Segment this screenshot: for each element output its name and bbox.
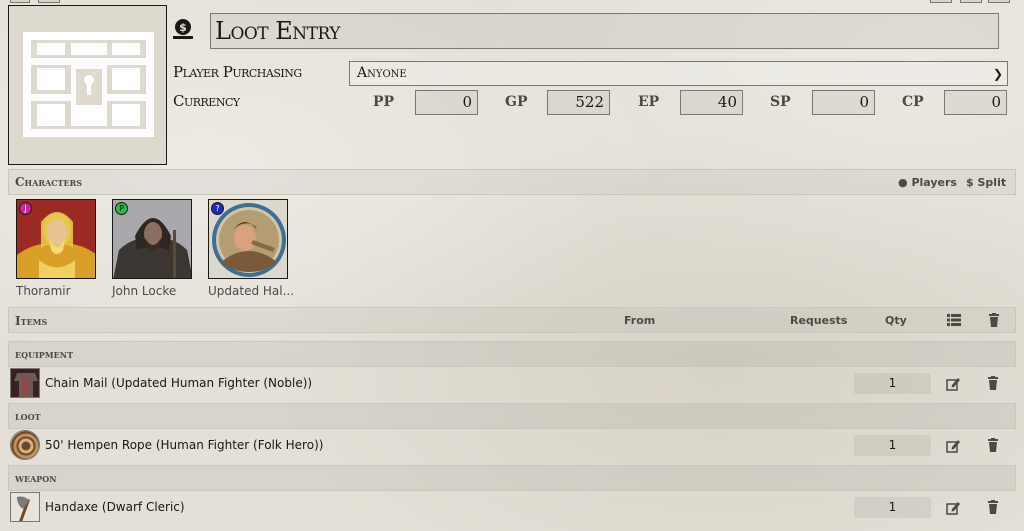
items-title: Items [15,314,48,328]
svg-text:$: $ [179,21,187,34]
currency-gp-input[interactable]: 522 [547,90,610,115]
col-from: From [624,314,656,327]
group-header-loot: loot [8,403,1016,429]
currency-label: Currency [173,92,240,110]
character-name: John Locke [112,284,177,298]
currency-sp-input[interactable]: 0 [812,90,875,115]
player-purchasing-value: Anyone [357,65,407,81]
group-title: loot [15,410,41,423]
split-label: Split [977,176,1007,189]
trash-icon[interactable] [986,376,1000,390]
group-header-equipment: equipment [8,341,1016,367]
coins-icon: $ [173,19,193,39]
user-icon: ● [898,176,908,189]
item-row: Chain Mail (Updated Human Fighter (Noble… [8,366,1016,402]
owner-badge: J [19,202,32,215]
rope-icon[interactable] [10,430,40,460]
window-control[interactable] [38,0,60,3]
group-header-weapon: weapon [8,465,1016,491]
window-control[interactable] [10,0,30,3]
edit-icon[interactable] [946,501,960,515]
col-qty: Qty [885,314,907,327]
characters-header: Characters ● Players $ Split [8,169,1016,195]
item-qty-input[interactable]: 1 [854,435,931,456]
currency-ep-label: EP [638,94,660,110]
item-name[interactable]: Handaxe (Dwarf Cleric) [45,500,185,514]
edit-icon[interactable] [946,439,960,453]
currency-pp-label: PP [373,94,395,110]
window-control[interactable] [930,0,952,3]
item-qty-input[interactable]: 1 [854,497,931,518]
col-requests: Requests [790,314,848,327]
player-purchasing-select[interactable]: Anyone ❯ [349,61,1008,86]
dollar-icon: $ [966,176,974,189]
player-purchasing-label: Player Purchasing [173,63,302,81]
item-qty-input[interactable]: 1 [854,373,931,394]
currency-pp-input[interactable]: 0 [415,90,478,115]
group-title: equipment [15,348,74,361]
players-button[interactable]: ● Players [898,176,957,189]
edit-icon[interactable] [946,377,960,391]
character-portrait-john-locke[interactable]: P [112,199,192,279]
item-row: 50' Hempen Rope (Human Fighter (Folk Her… [8,428,1016,464]
owner-badge: ? [211,202,224,215]
item-row: Handaxe (Dwarf Cleric) 1 [8,490,1016,526]
item-name[interactable]: Chain Mail (Updated Human Fighter (Noble… [45,376,312,390]
sheet-portrait[interactable] [8,5,167,165]
split-button[interactable]: $ Split [966,176,1006,189]
item-name[interactable]: 50' Hempen Rope (Human Fighter (Folk Her… [45,438,323,452]
character-name: Updated Hal... [208,284,295,298]
trash-icon[interactable] [987,313,1001,327]
players-label: Players [911,176,957,189]
window-control[interactable] [988,0,1010,3]
sheet-title-input[interactable]: Loot Entry [210,13,999,49]
character-portrait-thoramir[interactable]: J [16,199,96,279]
treasure-chest-icon [23,32,154,137]
list-view-icon[interactable] [947,313,961,327]
sheet-header: $ Loot Entry Player Purchasing Anyone ❯ … [8,5,1016,165]
trash-icon[interactable] [986,438,1000,452]
window-control[interactable] [960,0,982,3]
character-name: Thoramir [16,284,71,298]
items-header: Items From Requests Qty [8,307,1016,333]
character-portrait-updated-hal[interactable]: ? [208,199,288,279]
currency-gp-label: GP [505,94,528,110]
chevron-down-icon: ❯ [992,67,1003,81]
characters-title: Characters [15,175,83,189]
group-title: weapon [15,472,57,485]
currency-cp-label: CP [902,94,924,110]
handaxe-icon[interactable] [10,492,40,522]
currency-sp-label: SP [770,94,791,110]
currency-cp-input[interactable]: 0 [944,90,1007,115]
chain-mail-icon[interactable] [10,368,40,398]
currency-ep-input[interactable]: 40 [680,90,743,115]
trash-icon[interactable] [986,500,1000,514]
owner-badge: P [115,202,128,215]
